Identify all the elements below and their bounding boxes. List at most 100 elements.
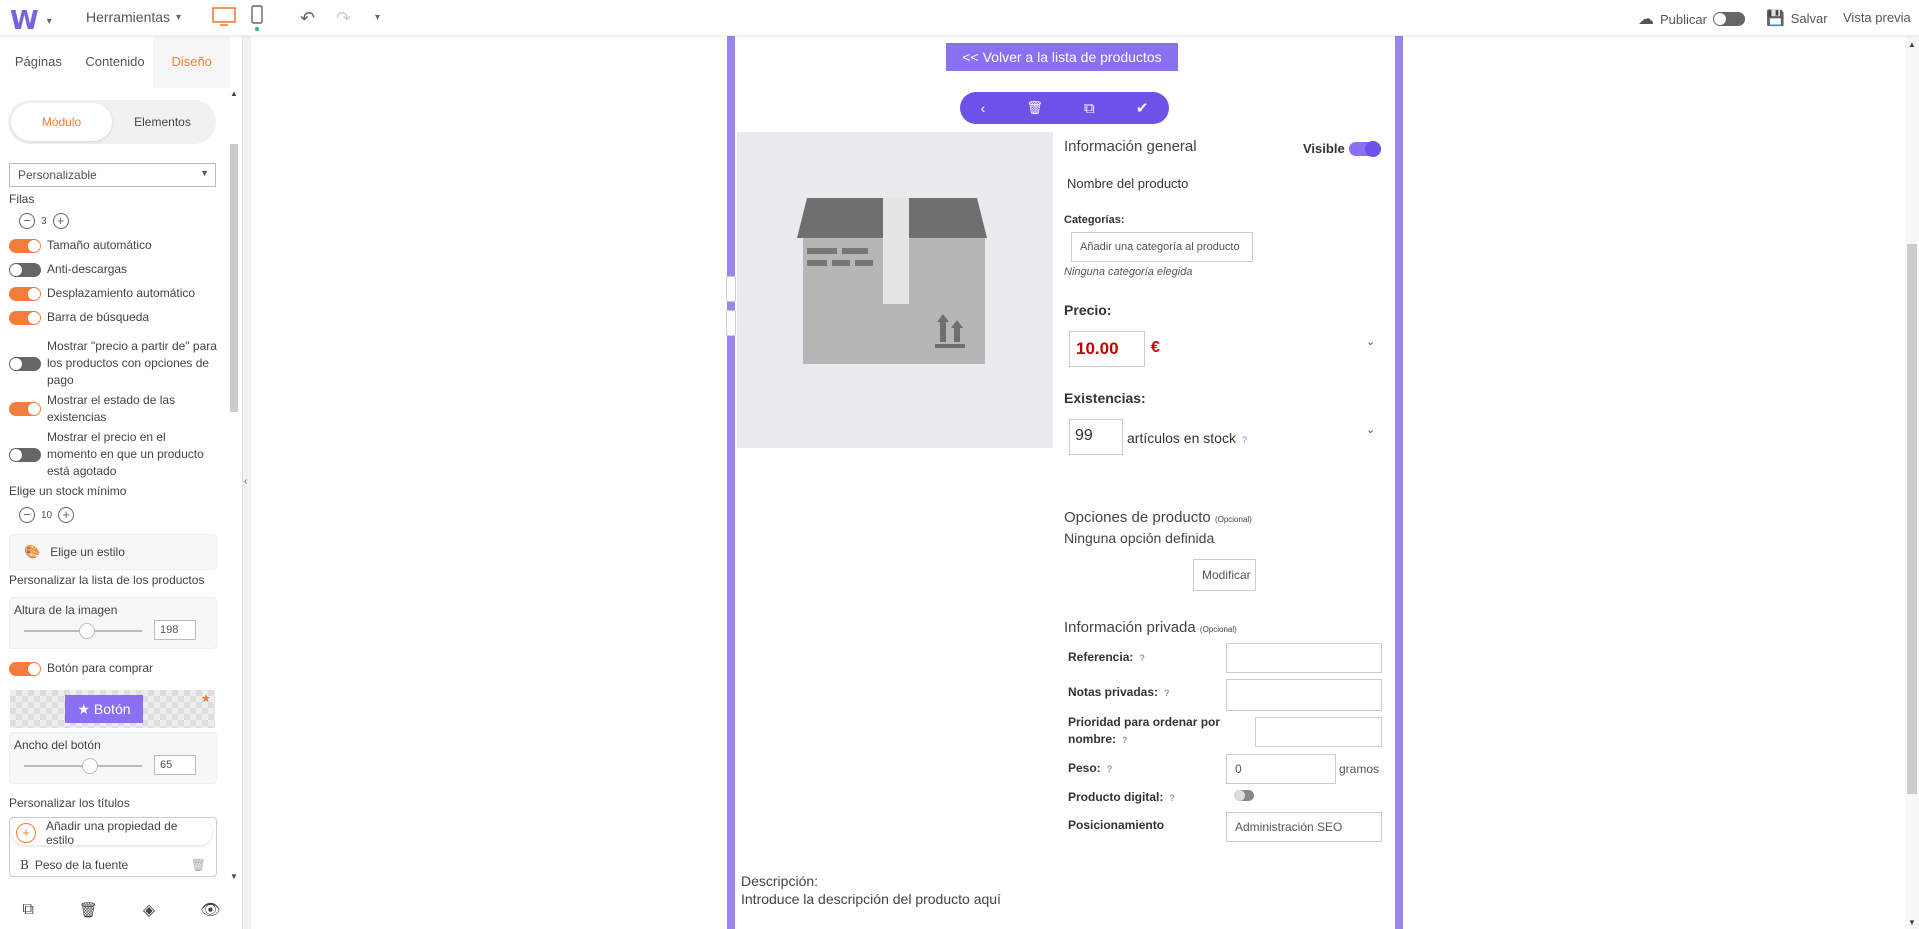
minus-icon[interactable]: −: [19, 213, 35, 229]
panel-scroll-thumb[interactable]: [230, 144, 238, 412]
modify-options-button[interactable]: Modificar: [1193, 559, 1256, 591]
priority-input[interactable]: [1255, 717, 1382, 747]
option-price-soldout: Mostrar el precio en el momento en que u…: [9, 429, 219, 480]
tab-content[interactable]: Contenido: [77, 36, 154, 88]
publish-toggle[interactable]: [1712, 12, 1745, 26]
choose-style-button[interactable]: 🎨 Elige un estilo: [9, 534, 217, 570]
add-style-property-button[interactable]: + Añadir una propiedad de estilo: [12, 819, 212, 847]
scroll-down-icon[interactable]: ▼: [1908, 918, 1916, 927]
chevron-down-icon[interactable]: ⌄: [1366, 423, 1375, 436]
scroll-down-icon[interactable]: ▼: [230, 872, 238, 881]
toggle-auto-scroll[interactable]: [9, 286, 41, 301]
chevron-down-icon[interactable]: ▾: [47, 16, 52, 27]
tab-pages[interactable]: Páginas: [0, 36, 77, 88]
private-notes-text: Notas privadas:: [1068, 685, 1159, 699]
resize-handle[interactable]: [726, 276, 736, 302]
undo-icon[interactable]: ↶: [300, 8, 315, 29]
seo-button[interactable]: Administración SEO: [1226, 812, 1382, 842]
stock-input[interactable]: 99: [1069, 419, 1123, 455]
product-image-placeholder[interactable]: [737, 132, 1053, 448]
layout-select[interactable]: Personalizable ▼: [9, 163, 216, 187]
app-logo[interactable]: W ▾: [10, 6, 52, 36]
back-icon[interactable]: ‹: [981, 100, 986, 116]
mobile-view-icon[interactable]: [250, 5, 264, 31]
optional-label: (Opcional): [1214, 515, 1252, 524]
visible-control[interactable]: Visible: [1303, 140, 1381, 157]
canvas-scroll-thumb[interactable]: [1907, 244, 1917, 794]
layers-icon[interactable]: ◈: [143, 900, 155, 920]
help-icon[interactable]: ?: [1169, 793, 1175, 803]
cloud-upload-icon: ☁: [1638, 11, 1654, 28]
redo-icon[interactable]: ↷: [336, 8, 351, 29]
tab-design[interactable]: Diseño: [153, 36, 231, 88]
add-category-button[interactable]: Añadir una categoría al producto: [1071, 232, 1253, 262]
description-editor[interactable]: Introduce la descripción del producto aq…: [741, 891, 1001, 907]
chevron-down-icon[interactable]: ⌄: [1366, 335, 1375, 348]
preview-button[interactable]: Vista previa: [1843, 10, 1911, 25]
duplicate-icon[interactable]: ⧉: [22, 901, 33, 919]
weight-text: Peso:: [1068, 761, 1101, 775]
segment-module[interactable]: Módulo: [11, 103, 112, 141]
tools-menu[interactable]: Herramientas ▾: [86, 9, 181, 25]
delete-icon[interactable]: 🗑: [1026, 100, 1043, 116]
panel-collapse-handle[interactable]: ‹: [243, 36, 251, 929]
toggle-auto-size[interactable]: [9, 238, 41, 253]
visible-toggle[interactable]: [1348, 140, 1381, 157]
option-label: Mostrar "precio a partir de" para los pr…: [47, 339, 217, 387]
plus-icon[interactable]: +: [58, 507, 75, 523]
help-icon[interactable]: ?: [1107, 764, 1113, 774]
reference-input[interactable]: [1226, 643, 1382, 673]
button-preview[interactable]: ★ Botón ★: [10, 690, 215, 728]
back-to-list-button[interactable]: << Volver a la lista de productos: [946, 43, 1178, 71]
toggle-price-soldout[interactable]: [9, 447, 41, 462]
image-height-input[interactable]: 198: [154, 620, 196, 640]
rows-label: Filas: [9, 192, 35, 206]
optional-label: (Opcional): [1199, 625, 1237, 634]
chevron-down-icon: ▼: [200, 168, 209, 178]
digital-product-toggle[interactable]: [1234, 790, 1254, 801]
font-weight-row[interactable]: B Peso de la fuente: [20, 858, 128, 872]
scroll-up-icon[interactable]: ▲: [230, 89, 238, 98]
weight-unit: gramos: [1339, 762, 1380, 776]
toggle-price-from[interactable]: [9, 356, 41, 371]
panel-bottom-toolbar: ⧉ 🗑 ◈ 👁: [0, 890, 243, 929]
chevron-down-icon: ▾: [176, 11, 182, 23]
delete-icon[interactable]: 🗑: [79, 901, 98, 919]
image-height-slider[interactable]: [24, 623, 142, 639]
help-icon[interactable]: ?: [1139, 653, 1145, 663]
publish-control[interactable]: ☁ Publicar: [1638, 9, 1745, 29]
button-width-slider[interactable]: [24, 758, 142, 774]
palette-icon: 🎨: [24, 544, 41, 559]
help-icon[interactable]: ?: [1242, 435, 1247, 445]
description-label: Descripción:: [741, 873, 819, 889]
help-icon[interactable]: ?: [1164, 688, 1170, 698]
help-icon[interactable]: ?: [1122, 735, 1128, 745]
product-name-field[interactable]: Nombre del producto: [1067, 176, 1188, 191]
desktop-view-icon[interactable]: [212, 7, 236, 26]
resize-handle[interactable]: [726, 310, 736, 336]
toggle-stock-status[interactable]: [9, 402, 41, 416]
minus-icon[interactable]: −: [19, 507, 35, 523]
min-stock-value: 10: [41, 509, 53, 521]
check-icon[interactable]: ✔: [1136, 99, 1149, 117]
slider-knob[interactable]: [82, 758, 98, 774]
toggle-buy-button[interactable]: [9, 661, 41, 676]
price-input[interactable]: 10.00: [1069, 331, 1145, 367]
trash-icon[interactable]: 🗑: [191, 858, 206, 872]
weight-input[interactable]: 0: [1226, 754, 1336, 784]
button-width-input[interactable]: 65: [154, 755, 196, 775]
scroll-up-icon[interactable]: ▲: [1908, 40, 1916, 49]
eye-icon[interactable]: 👁: [200, 900, 220, 920]
option-label: Mostrar el estado de las existencias: [47, 393, 176, 424]
save-button[interactable]: 💾 Salvar: [1766, 9, 1828, 27]
segment-elements[interactable]: Elementos: [112, 103, 213, 141]
slider-knob[interactable]: [79, 623, 95, 639]
toggle-anti-download[interactable]: [9, 262, 41, 277]
option-stock-status: Mostrar el estado de las existencias: [9, 392, 219, 426]
history-chevron-icon[interactable]: ▾: [375, 12, 380, 23]
product-options-title: Opciones de producto (Opcional): [1064, 509, 1252, 526]
plus-icon[interactable]: +: [52, 213, 69, 229]
duplicate-icon[interactable]: ⧉: [1084, 100, 1095, 117]
toggle-search-bar[interactable]: [9, 310, 41, 325]
private-notes-textarea[interactable]: [1226, 679, 1382, 711]
